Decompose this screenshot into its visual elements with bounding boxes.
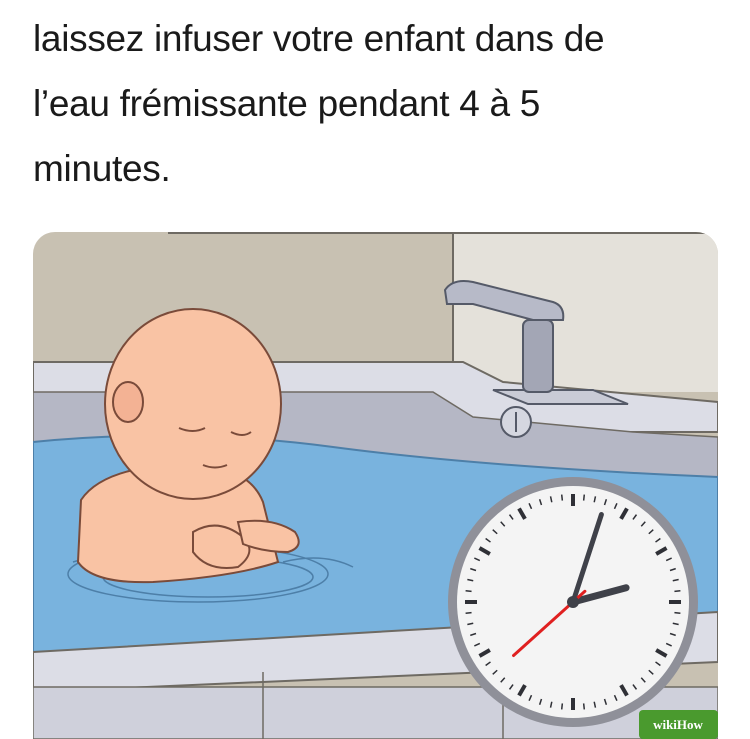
wall-light-panel <box>453 232 718 392</box>
caption-line-2: l’eau frémissante pendant 4 à 5 <box>33 83 540 124</box>
clock-minute-tick <box>465 589 472 593</box>
watermark-text: wikiHow <box>653 717 703 732</box>
clock-minute-tick <box>582 494 586 501</box>
clock <box>448 477 698 727</box>
bathtub-illustration: wikiHow <box>33 232 718 739</box>
clock-minute-tick <box>465 611 472 615</box>
clock-minute-tick <box>674 589 681 593</box>
caption-line-1: laissez infuser votre enfant dans de <box>33 18 605 59</box>
clock-minute-tick <box>560 494 564 501</box>
caption-line-3: minutes. <box>33 148 171 189</box>
wikihow-watermark: wikiHow <box>639 710 718 739</box>
clock-minute-tick <box>582 703 586 710</box>
clock-minute-tick <box>674 611 681 615</box>
clock-minute-tick <box>560 703 564 710</box>
caption: laissez infuser votre enfant dans de l’e… <box>33 6 723 201</box>
clock-center <box>567 596 579 608</box>
